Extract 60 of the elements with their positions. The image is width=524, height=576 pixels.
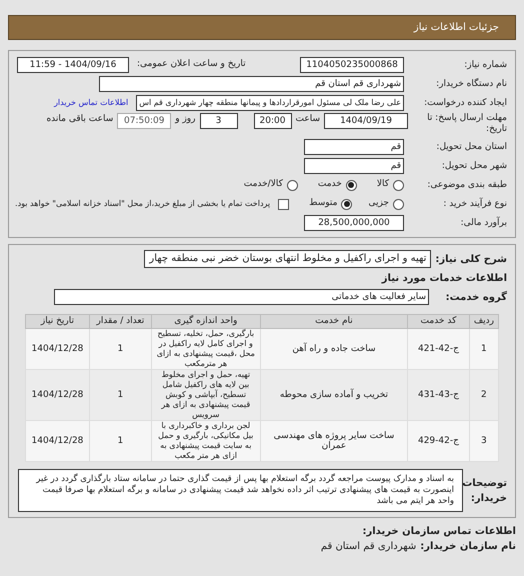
text-field[interactable]: 20:00: [254, 113, 292, 129]
field-label: شماره نیاز:: [463, 60, 507, 70]
table-cell: ج-42-429: [408, 420, 470, 462]
org-label: نام سازمان خریدار:: [420, 540, 516, 554]
table-cell: ساخت سایر پروژه های مهندسی عمران: [260, 420, 408, 462]
field-label: نام دستگاه خریدار:: [435, 78, 507, 90]
field-label: طبقه بندی موضوعی:: [426, 180, 507, 190]
radio-button[interactable]: [346, 180, 357, 190]
radio-label: متوسط: [309, 197, 338, 210]
days-label: روز و: [175, 113, 196, 126]
remaining-label: ساعت باقی مانده: [46, 113, 114, 126]
radio-label: کالا: [376, 178, 389, 192]
radio-label: خدمت: [318, 178, 342, 192]
field-label: نوع فرآیند خرید :: [442, 198, 507, 210]
column-header: کد خدمت: [408, 314, 470, 328]
countdown-field[interactable]: 07:50:09: [117, 113, 172, 129]
time-label: ساعت: [296, 113, 320, 126]
radio-button[interactable]: [393, 180, 404, 190]
summary-field[interactable]: تهیه و اجرای راکفیل و مخلوط انتهای بوستان خضر نبی منطقه چهار: [144, 250, 432, 268]
field-label: گروه خدمت:: [444, 290, 507, 304]
text-field[interactable]: شهرداری قم استان قم: [99, 76, 404, 92]
radio-label: جزیی: [368, 197, 389, 210]
table-cell: 3: [469, 420, 498, 462]
field-label: استان محل تحویل:: [435, 142, 507, 152]
field-label: شهر محل تحویل:: [440, 160, 507, 172]
text-field[interactable]: علی رضا ملک لی مسئول امورقراردادها و پیمانها منطقه چهار شهرداری قم اس: [136, 95, 404, 111]
org-value: شهرداری قم استان قم: [320, 540, 416, 554]
text-field[interactable]: 28,500,000,000: [304, 215, 404, 231]
text-field[interactable]: 3: [200, 113, 238, 129]
text-field[interactable]: قم: [304, 158, 404, 174]
header-title: جزئیات اطلاعات نیاز: [414, 21, 499, 35]
contact-heading: اطلاعات تماس سازمان خریدار:: [361, 525, 516, 539]
column-header: تاریخ نیاز: [26, 314, 90, 328]
text-field[interactable]: قم: [304, 139, 404, 155]
notes-box: به اسناد و مدارک پیوست مراجعه گردد برگه استعلام بها پس از قیمت گذاری حتما در سامانه ستاد بارگذاری گردد در غیر اینصورت به قیمت های پیشنهادی ترتیب اثر داده نخواهد شد قیمت پیشنهادی در سامانه و برگه استعلام بها صرفا قیمت واحد هر ایتم می باشد: [18, 469, 463, 512]
radio-button[interactable]: [341, 198, 352, 210]
text-field[interactable]: 1404/09/19: [324, 113, 408, 129]
table-cell: 1404/12/28: [26, 420, 90, 462]
radio-button[interactable]: [286, 180, 298, 190]
field-label: برآورد مالی:: [460, 218, 507, 228]
summary-label: شرح کلی نیاز:: [435, 252, 507, 266]
table-cell: 2: [469, 370, 498, 420]
field-label: ایجاد کننده درخواست:: [423, 98, 507, 108]
text-field[interactable]: 1404/09/16 - 11:59: [17, 57, 129, 73]
checkbox[interactable]: [278, 198, 290, 210]
column-header: نام خدمت: [260, 314, 408, 328]
section-heading: اطلاعات خدمات مورد نیاز: [380, 272, 507, 286]
column-header: ردیف: [469, 314, 498, 328]
text-field[interactable]: 1104050235000868: [300, 57, 404, 73]
checkbox-label: پرداخت تمام یا بخشی از مبلغ خرید،از محل "اسناد خزانه اسلامی" خواهد بود.: [15, 198, 270, 210]
table-cell: 1: [89, 420, 152, 462]
text-field[interactable]: سایر فعالیت های خدماتی: [54, 289, 429, 305]
column-header: واحد اندازه گیری: [151, 314, 260, 328]
table-cell: لجن برداری و خاکبرداری با بیل مکانیکی، بارگیری و حمل به سایت قیمت پیشنهادی به ازای هر متر مکعب: [151, 420, 260, 462]
field-label: مهلت ارسال پاسخ: تا تاریخ:: [426, 113, 507, 135]
radio-label: کالا/خدمت: [244, 178, 283, 192]
field-label: تاریخ و ساعت اعلان عمومی:: [137, 58, 246, 72]
radio-button[interactable]: [393, 198, 404, 210]
buyer-contact-link[interactable]: اطلاعات تماس خریدار: [54, 97, 128, 109]
column-header: تعداد / مقدار: [89, 314, 152, 328]
